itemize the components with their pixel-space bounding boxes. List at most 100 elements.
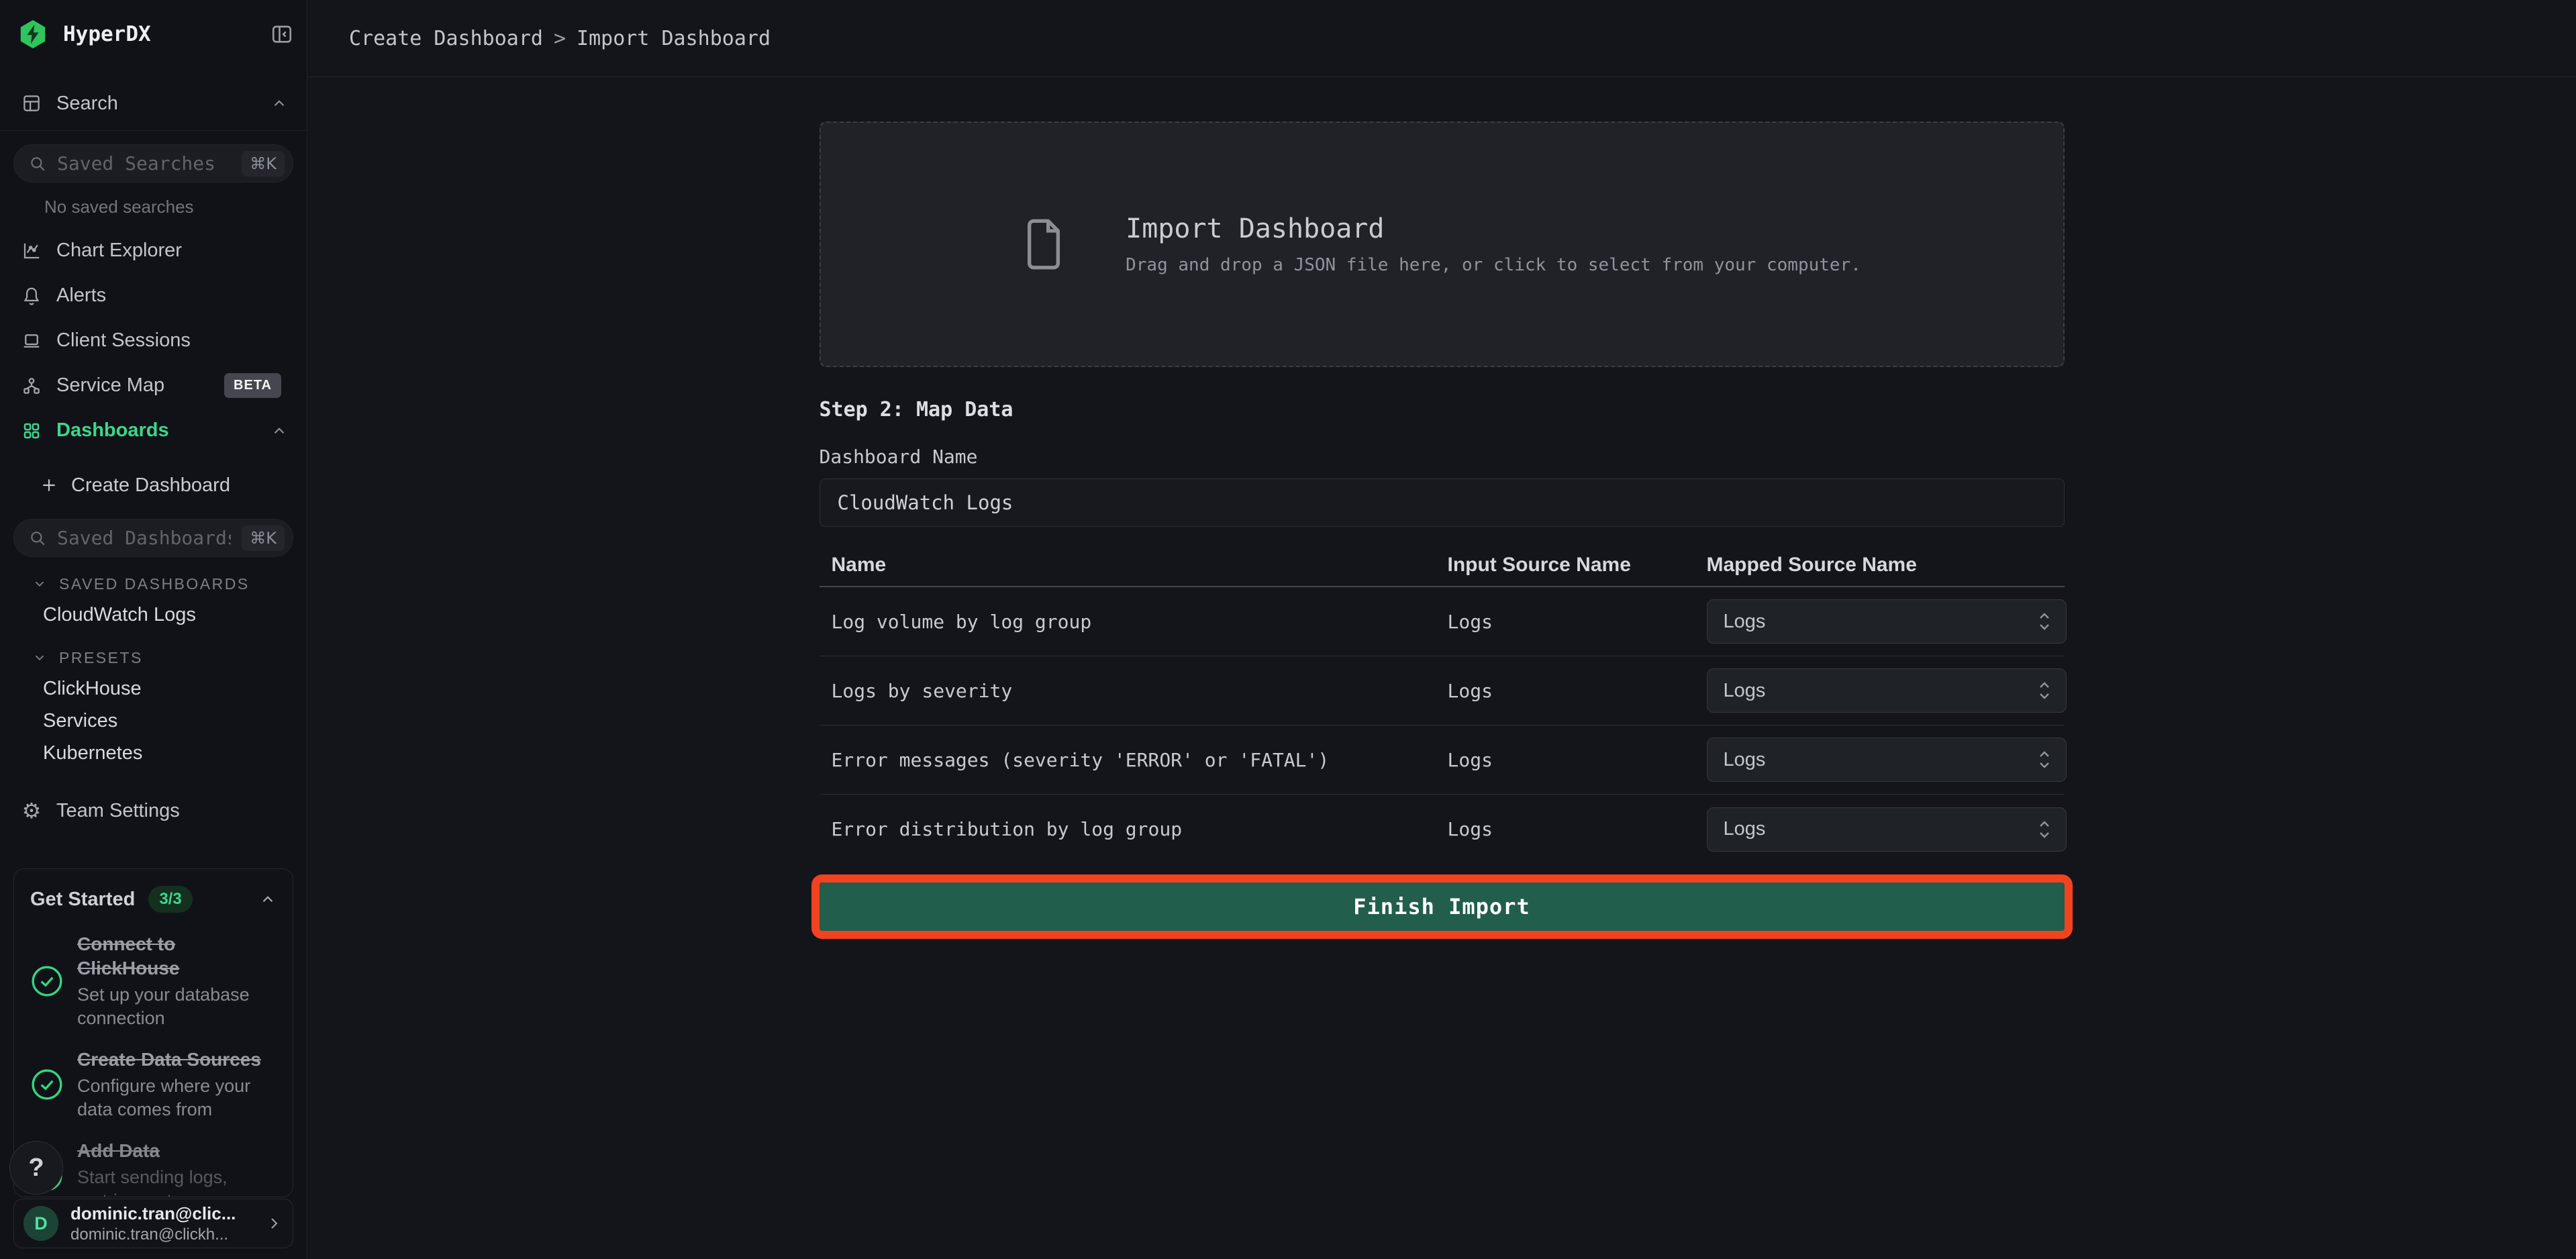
sidebar-item-service-map[interactable]: Service Map BETA — [13, 363, 293, 408]
avatar: D — [23, 1206, 58, 1241]
beta-badge: BETA — [224, 373, 281, 398]
plus-icon — [40, 476, 58, 494]
dashboard-name-input[interactable] — [820, 479, 2065, 527]
saved-dashboards-input[interactable]: Saved Dashboards ⌘K — [13, 519, 293, 557]
select-chevrons-icon — [2036, 748, 2052, 771]
dropzone-title: Import Dashboard — [1126, 213, 1861, 244]
chevron-up-icon — [259, 891, 277, 908]
user-email: dominic.tran@clickh... — [70, 1225, 254, 1244]
dashboards-icon — [21, 421, 42, 441]
main-content: Import Dashboard Drag and drop a JSON fi… — [307, 77, 2576, 1259]
breadcrumb: Create Dashboard > Import Dashboard — [349, 27, 771, 50]
breadcrumb-create-dashboard[interactable]: Create Dashboard — [349, 27, 543, 50]
get-started-item-sources[interactable]: Create Data Sources Configure where your… — [30, 1048, 277, 1121]
sidebar-section-search[interactable]: Search — [13, 85, 293, 122]
finish-import-highlight: Finish Import — [820, 883, 2065, 931]
app-title: HyperDX — [63, 22, 256, 46]
collapse-sidebar-icon[interactable] — [270, 23, 293, 46]
mapped-source-select[interactable]: Logs — [1707, 668, 2067, 713]
chevron-right-icon — [266, 1215, 282, 1231]
shortcut-badge: ⌘K — [242, 525, 285, 551]
input-source-value: Logs — [1436, 680, 1695, 702]
table-row: Logs by severity Logs Logs — [820, 656, 2065, 725]
sidebar-item-chart-explorer[interactable]: Chart Explorer — [13, 228, 293, 273]
chart-name: Error messages (severity 'ERROR' or 'FAT… — [820, 749, 1436, 771]
sidebar-item-team-settings[interactable]: ⚙ Team Settings — [13, 792, 293, 829]
sidebar-preset-clickhouse[interactable]: ClickHouse — [13, 672, 293, 705]
service-map-icon — [21, 376, 42, 396]
create-dashboard-button[interactable]: Create Dashboard — [13, 465, 293, 505]
sidebar-preset-kubernetes[interactable]: Kubernetes — [13, 737, 293, 769]
presets-group-header[interactable]: PRESETS — [13, 643, 293, 672]
mapped-source-select[interactable]: Logs — [1707, 599, 2067, 644]
chevron-down-icon — [32, 650, 47, 665]
sidebar-preset-services[interactable]: Services — [13, 705, 293, 737]
step-label: Step 2: Map Data — [820, 398, 2065, 421]
sidebar-item-label: Client Sessions — [56, 330, 288, 352]
sidebar-item-alerts[interactable]: Alerts — [13, 273, 293, 318]
hyperdx-logo-icon — [17, 19, 48, 50]
file-icon — [1022, 216, 1065, 272]
get-started-header[interactable]: Get Started 3/3 — [30, 884, 277, 915]
mapped-source-select[interactable]: Logs — [1707, 807, 2067, 852]
check-circle-icon — [30, 1068, 64, 1101]
finish-import-button[interactable]: Finish Import — [820, 883, 2065, 931]
get-started-progress-badge: 3/3 — [148, 886, 192, 913]
chart-explorer-icon — [21, 241, 42, 261]
table-header-row: Name Input Source Name Mapped Source Nam… — [820, 544, 2065, 587]
sidebar-item-dashboards[interactable]: Dashboards — [13, 408, 293, 453]
import-dropzone[interactable]: Import Dashboard Drag and drop a JSON fi… — [820, 121, 2065, 367]
sidebar-item-client-sessions[interactable]: Client Sessions — [13, 318, 293, 363]
sidebar: HyperDX Search Saved Searches ⌘K No save… — [0, 0, 307, 1259]
breadcrumb-separator: > — [554, 27, 566, 50]
sidebar-nav: Chart Explorer Alerts Client Sessions — [13, 228, 293, 453]
chevron-up-icon — [270, 95, 288, 112]
laptop-icon — [21, 331, 42, 351]
check-circle-icon — [30, 964, 64, 998]
bell-icon — [21, 286, 42, 306]
get-started-item-connect[interactable]: Connect to ClickHouse Set up your databa… — [30, 932, 277, 1030]
table-row: Error messages (severity 'ERROR' or 'FAT… — [820, 725, 2065, 795]
help-button[interactable]: ? — [9, 1141, 63, 1195]
selected-source: Logs — [1724, 818, 1766, 840]
search-icon — [29, 155, 46, 172]
task-description: Start sending logs, metrics, or traces — [77, 1166, 277, 1197]
dropzone-subtitle: Drag and drop a JSON file here, or click… — [1126, 255, 1861, 275]
sidebar-item-label: Chart Explorer — [56, 240, 288, 262]
table-row: Error distribution by log group Logs Log… — [820, 795, 2065, 864]
column-header-mapped-source: Mapped Source Name — [1695, 554, 2065, 576]
source-mapping-table: Name Input Source Name Mapped Source Nam… — [820, 544, 2065, 864]
get-started-title: Get Started — [30, 889, 135, 911]
team-settings-label: Team Settings — [56, 800, 288, 822]
group-header-label: PRESETS — [59, 649, 143, 667]
column-header-input-source: Input Source Name — [1436, 554, 1695, 576]
mapped-source-select[interactable]: Logs — [1707, 738, 2067, 782]
divider — [0, 130, 307, 131]
input-source-value: Logs — [1436, 818, 1695, 840]
sidebar-header: HyperDX — [13, 0, 293, 68]
saved-dashboards-group-header[interactable]: SAVED DASHBOARDS — [13, 569, 293, 599]
select-chevrons-icon — [2036, 610, 2052, 633]
table-row: Log volume by log group Logs Logs — [820, 587, 2065, 656]
get-started-item-add-data[interactable]: Add Data Start sending logs, metrics, or… — [30, 1139, 277, 1197]
saved-searches-input[interactable]: Saved Searches ⌘K — [13, 144, 293, 183]
get-started-panel: Get Started 3/3 Connect to ClickHouse Se… — [13, 868, 293, 1197]
input-source-value: Logs — [1436, 611, 1695, 633]
sidebar-dashboard-cloudwatch-logs[interactable]: CloudWatch Logs — [13, 599, 293, 631]
task-title: Connect to ClickHouse — [77, 932, 277, 980]
search-icon — [29, 530, 46, 547]
chart-name: Error distribution by log group — [820, 818, 1436, 840]
dashboard-name-label: Dashboard Name — [820, 446, 2065, 468]
sidebar-item-label: Service Map — [56, 374, 209, 397]
gear-icon: ⚙ — [21, 801, 42, 821]
saved-dashboards-placeholder: Saved Dashboards — [57, 527, 231, 549]
breadcrumb-import-dashboard[interactable]: Import Dashboard — [577, 27, 771, 50]
input-source-value: Logs — [1436, 749, 1695, 771]
search-section-icon — [21, 93, 42, 113]
search-section-label: Search — [56, 93, 256, 115]
selected-source: Logs — [1724, 680, 1766, 702]
group-header-label: SAVED DASHBOARDS — [59, 575, 250, 593]
user-menu[interactable]: D dominic.tran@clic... dominic.tran@clic… — [13, 1199, 293, 1248]
topbar: Create Dashboard > Import Dashboard — [307, 0, 2576, 77]
chevron-up-icon — [270, 422, 288, 440]
